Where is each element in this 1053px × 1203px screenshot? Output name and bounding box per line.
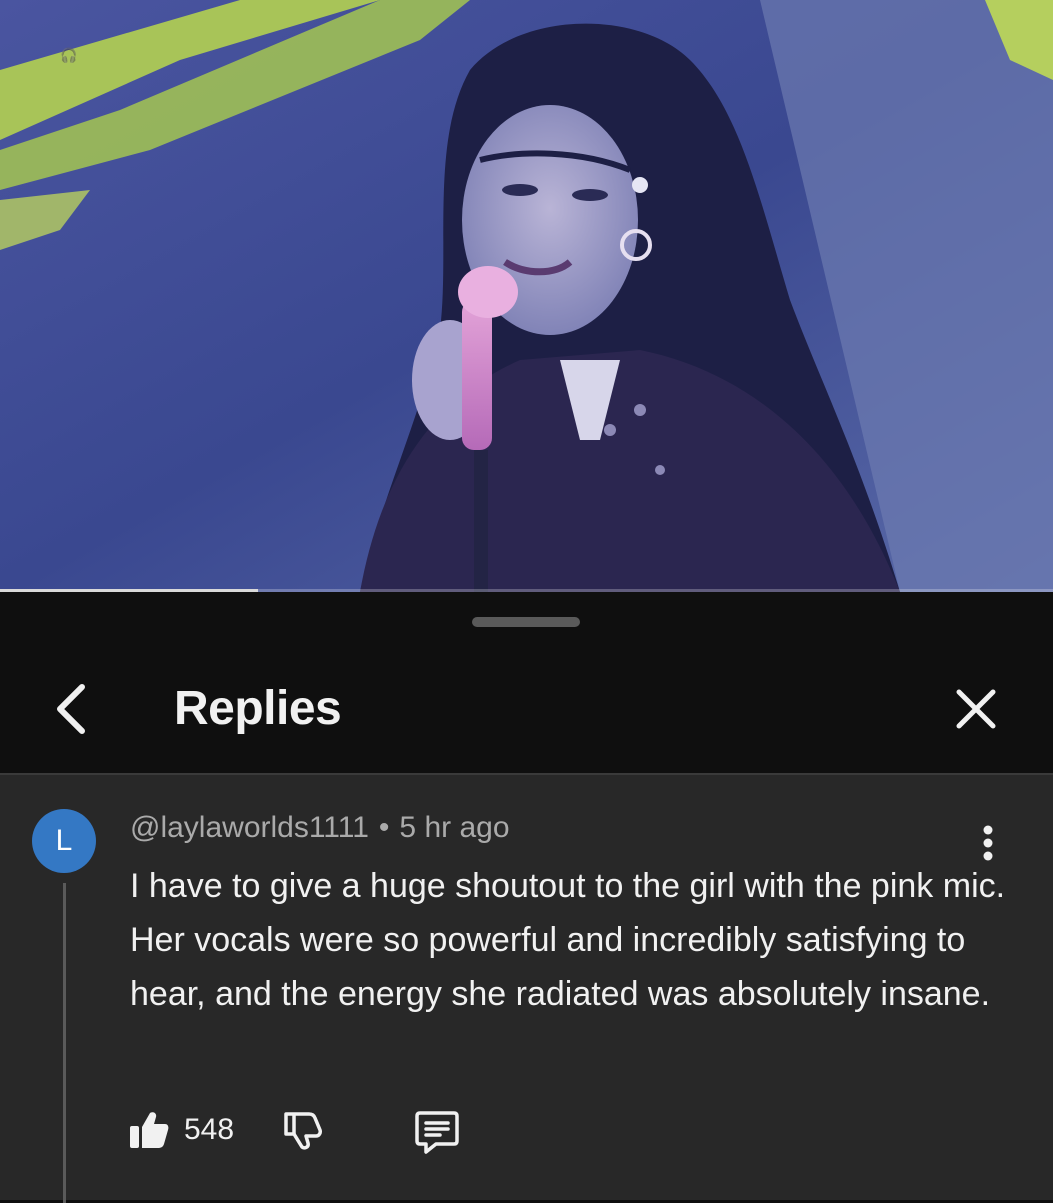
video-frame: 🎧 [0, 0, 1053, 592]
close-icon [956, 689, 996, 729]
video-progress-fill [0, 589, 258, 592]
like-count: 548 [184, 1113, 235, 1146]
replies-sheet: Replies L @laylaworlds1111 • 5 hr ago I ha… [0, 593, 1053, 1203]
comment-meta: @laylaworlds1111 • 5 hr ago [130, 811, 510, 845]
like-button[interactable] [126, 1107, 172, 1153]
thread-line [63, 883, 66, 1203]
meta-separator: • [378, 811, 390, 844]
drag-handle[interactable] [472, 617, 580, 627]
avatar[interactable]: L [32, 809, 96, 873]
page-title: Replies [174, 682, 342, 735]
dislike-button[interactable] [280, 1107, 326, 1153]
svg-text:🎧: 🎧 [60, 47, 77, 64]
comment-author[interactable]: @laylaworlds1111 [130, 811, 369, 844]
comment-item: L @laylaworlds1111 • 5 hr ago I have to gi… [0, 775, 1053, 1203]
video-player[interactable]: 🎧 [0, 0, 1053, 592]
replies-header: Replies [0, 653, 1053, 773]
comment-timestamp: 5 hr ago [399, 811, 510, 844]
more-vertical-icon [983, 825, 993, 861]
video-progress-track[interactable] [0, 589, 1053, 592]
comment-text: I have to give a huge shoutout to the gi… [130, 867, 1006, 1013]
thumbs-up-filled-icon [130, 1112, 169, 1148]
close-button[interactable] [944, 677, 1008, 741]
reply-button[interactable] [412, 1107, 462, 1157]
chevron-left-icon [57, 684, 85, 734]
back-button[interactable] [40, 677, 104, 741]
comment-actions: 548 [126, 1107, 626, 1157]
thumbs-down-icon [284, 1112, 322, 1150]
reply-comment-icon [415, 1111, 459, 1154]
